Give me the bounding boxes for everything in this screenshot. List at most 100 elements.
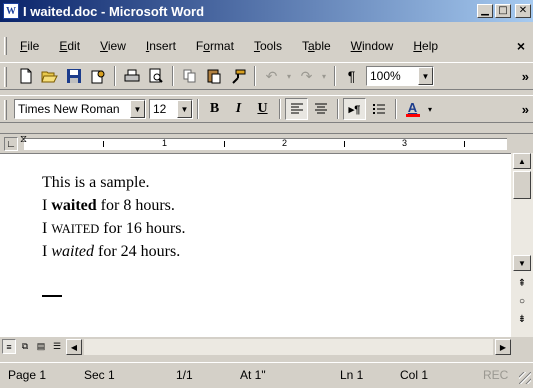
- scroll-left-button[interactable]: ◀: [66, 339, 82, 355]
- chevron-down-icon[interactable]: ▼: [177, 100, 192, 118]
- scroll-down-button[interactable]: ▼: [513, 255, 531, 271]
- bullets-button[interactable]: [367, 98, 390, 120]
- undo-dropdown-icon[interactable]: ▾: [284, 65, 294, 87]
- menu-bar: File Edit View Insert Format Tools Table…: [0, 34, 533, 58]
- select-browse-object-icon[interactable]: ○: [513, 293, 531, 309]
- font-size-value: 12: [153, 102, 167, 116]
- ruler-strip[interactable]: ⧖ 1 2 3: [20, 134, 507, 150]
- minimize-button[interactable]: ▁: [477, 4, 493, 18]
- vertical-scrollbar[interactable]: ▲ ▼ ⇞ ○ ⇟: [511, 153, 533, 337]
- doc-line-3: I WAITED for 16 hours.: [42, 220, 186, 237]
- new-document-icon[interactable]: [14, 65, 37, 87]
- scroll-up-button[interactable]: ▲: [513, 153, 531, 169]
- menu-help[interactable]: Help: [407, 39, 444, 53]
- toolbar-separator: [395, 99, 397, 119]
- status-at[interactable]: At 1": [240, 368, 266, 382]
- chevron-down-icon[interactable]: ▼: [418, 67, 433, 85]
- paste-icon[interactable]: [202, 65, 225, 87]
- print-icon[interactable]: [120, 65, 143, 87]
- document-page[interactable]: This is a sample. I waited for 8 hours. …: [0, 153, 511, 337]
- copy-icon[interactable]: [178, 65, 201, 87]
- redo-icon[interactable]: ↷: [295, 65, 318, 87]
- zoom-combo[interactable]: 100% ▼: [366, 66, 434, 86]
- toolbar-options-icon[interactable]: »: [522, 102, 529, 117]
- undo-icon[interactable]: ↶: [260, 65, 283, 87]
- font-color-dropdown-icon[interactable]: ▾: [425, 98, 435, 120]
- menu-insert[interactable]: Insert: [140, 39, 182, 53]
- menu-window[interactable]: Window: [345, 39, 400, 53]
- end-of-document-mark: [42, 295, 62, 297]
- status-rec[interactable]: REC: [483, 368, 508, 382]
- doc-line-4: I waited for 24 hours.: [42, 243, 181, 260]
- normal-view-icon[interactable]: ≡: [2, 339, 16, 354]
- window-controls: ▁ □ ✕: [477, 4, 531, 18]
- small-caps-word: WAITED: [51, 222, 100, 236]
- align-left-icon: [290, 103, 303, 114]
- indent-marker-icon[interactable]: ⧖: [20, 134, 27, 145]
- chevron-down-icon[interactable]: ▼: [130, 100, 145, 118]
- toolbar-options-icon[interactable]: »: [522, 69, 529, 84]
- font-name-value: Times New Roman: [18, 102, 120, 116]
- align-center-icon: [314, 103, 327, 114]
- font-size-combo[interactable]: 12 ▼: [149, 99, 193, 119]
- font-color-button[interactable]: A: [401, 98, 424, 120]
- print-layout-view-icon[interactable]: ▤: [34, 339, 48, 354]
- status-line[interactable]: Ln 1: [340, 368, 363, 382]
- toolbar-separator: [334, 66, 336, 86]
- underline-button[interactable]: U: [251, 98, 274, 120]
- tab-selector[interactable]: ∟: [4, 137, 18, 151]
- menu-tools[interactable]: Tools: [248, 39, 288, 53]
- web-layout-view-icon[interactable]: ⧉: [18, 339, 32, 354]
- ruler-number: 2: [282, 138, 288, 148]
- horizontal-scroll-area: ≡ ⧉ ▤ ☰ ◀ ▶: [0, 337, 533, 357]
- word-app-icon[interactable]: W: [3, 3, 19, 19]
- doc-line-1: This is a sample.: [42, 174, 150, 191]
- show-hide-formatting-icon[interactable]: ¶: [340, 65, 363, 87]
- menu-format[interactable]: Format: [190, 39, 240, 53]
- resize-grip-icon[interactable]: [519, 372, 531, 384]
- toolbar-separator: [254, 66, 256, 86]
- toolbar-separator: [337, 99, 339, 119]
- toolbar-separator: [279, 99, 281, 119]
- status-page-of[interactable]: 1/1: [176, 368, 193, 382]
- next-page-icon[interactable]: ⇟: [513, 311, 531, 327]
- scroll-right-button[interactable]: ▶: [495, 339, 511, 355]
- status-page[interactable]: Page 1: [8, 368, 46, 382]
- save-disk-icon[interactable]: [62, 65, 85, 87]
- italic-button[interactable]: I: [227, 98, 250, 120]
- bullet-list-icon: [372, 104, 385, 114]
- toolbar-grip[interactable]: [4, 100, 7, 120]
- menu-table[interactable]: Table: [296, 39, 337, 53]
- previous-page-icon[interactable]: ⇞: [513, 275, 531, 291]
- close-button[interactable]: ✕: [515, 4, 531, 18]
- bold-button[interactable]: B: [203, 98, 226, 120]
- align-center-button[interactable]: [309, 98, 332, 120]
- toolbar-separator: [114, 66, 116, 86]
- ruler-tick: [464, 141, 465, 147]
- toolbar-separator: [172, 66, 174, 86]
- maximize-button[interactable]: □: [495, 4, 511, 18]
- ruler-tick: [224, 141, 225, 147]
- horizontal-scroll-track[interactable]: [84, 339, 493, 355]
- status-column[interactable]: Col 1: [400, 368, 428, 382]
- font-name-combo[interactable]: Times New Roman ▼: [14, 99, 146, 119]
- menu-file[interactable]: File: [14, 39, 45, 53]
- toolbar-separator: [197, 99, 199, 119]
- permission-icon[interactable]: [86, 65, 109, 87]
- format-painter-icon[interactable]: [226, 65, 249, 87]
- document-close-icon[interactable]: ×: [517, 38, 525, 54]
- outline-view-icon[interactable]: ☰: [50, 339, 64, 354]
- menu-edit[interactable]: Edit: [53, 39, 86, 53]
- ltr-paragraph-button[interactable]: ▸¶: [343, 98, 366, 120]
- ruler-tick: [103, 141, 104, 147]
- menu-grip[interactable]: [4, 37, 7, 55]
- redo-dropdown-icon[interactable]: ▾: [319, 65, 329, 87]
- align-left-button[interactable]: [285, 98, 308, 120]
- status-section[interactable]: Sec 1: [84, 368, 115, 382]
- print-preview-icon[interactable]: [144, 65, 167, 87]
- menu-view[interactable]: View: [94, 39, 132, 53]
- toolbar-grip[interactable]: [4, 67, 7, 87]
- zoom-value: 100%: [370, 69, 401, 83]
- open-folder-icon[interactable]: [38, 65, 61, 87]
- scroll-thumb[interactable]: [513, 171, 531, 199]
